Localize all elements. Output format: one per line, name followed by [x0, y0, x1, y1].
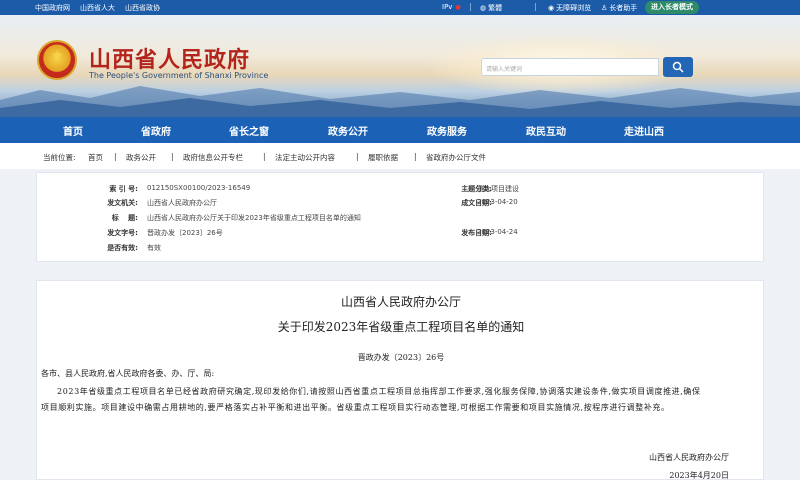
globe-icon: ◍: [480, 4, 487, 12]
meta-valid-label: 是否有效:: [107, 244, 138, 252]
breadcrumb-sep: |: [356, 152, 359, 161]
breadcrumb-item[interactable]: 履职依据: [368, 152, 398, 163]
accessibility-icon: ◉: [548, 4, 555, 12]
traditional-chinese-toggle[interactable]: ◍ 繁體: [480, 3, 502, 13]
breadcrumb-item[interactable]: 首页: [88, 152, 103, 163]
breadcrumb-label: 当前位置:: [43, 153, 76, 162]
nav-home[interactable]: 首页: [63, 123, 83, 138]
meta-created-value: 2023-04-20: [477, 198, 518, 206]
breadcrumb-item[interactable]: 法定主动公开内容: [275, 152, 335, 163]
nav-about-shanxi[interactable]: 走进山西: [624, 123, 664, 138]
meta-issuer-label: 发文机关:: [107, 199, 138, 207]
link-npc-shanxi[interactable]: 山西省人大: [80, 3, 115, 13]
elder-helper-button[interactable]: ♙ 长者助手: [601, 3, 637, 13]
meta-index-value: 012150SX00100/2023-16549: [147, 184, 251, 192]
breadcrumb-item[interactable]: 政务公开: [126, 152, 156, 163]
meta-index-label: 索 引 号:: [109, 185, 138, 193]
meta-title-value: 山西省人民政府办公厅关于印发2023年省级重点工程项目名单的通知: [147, 214, 361, 222]
breadcrumb-item[interactable]: 政府信息公开专栏: [183, 152, 243, 163]
nav-gov-affairs-open[interactable]: 政务公开: [328, 123, 368, 138]
article-signature: 山西省人民政府办公厅: [649, 453, 729, 462]
search-input[interactable]: 请输入关键词: [481, 58, 659, 76]
top-utility-bar: 中国政府网 山西省人大 山西省政协 IPv ● ◍ 繁體 ◉ 无障碍浏览 ♙ 长者…: [0, 0, 800, 15]
site-title[interactable]: 山西省人民政府: [89, 42, 250, 74]
divider: [470, 3, 471, 11]
article-greeting: 各市、县人民政府,省人民政府各委、办、厅、局:: [41, 369, 215, 378]
breadcrumb-sep: |: [263, 152, 266, 161]
main-nav: 首页 省政府 省长之窗 政务公开 政务服务 政民互动 走进山西: [0, 117, 800, 143]
meta-published-value: 2023-04-24: [477, 228, 518, 236]
article-title-org: 山西省人民政府办公厅: [340, 295, 461, 309]
search-button[interactable]: [663, 57, 693, 77]
link-gov-cn[interactable]: 中国政府网: [35, 3, 70, 13]
meta-title-label: 标 题:: [111, 214, 138, 222]
accessibility-button[interactable]: ◉ 无障碍浏览: [548, 3, 591, 13]
meta-docno-label: 发文字号:: [107, 229, 138, 237]
breadcrumb-sep: |: [114, 152, 117, 161]
search-icon: [672, 61, 684, 73]
divider: [535, 3, 536, 11]
nav-gov-services[interactable]: 政务服务: [427, 123, 467, 138]
meta-issuer-value: 山西省人民政府办公厅: [147, 199, 217, 207]
document-article: 山西省人民政府办公厅 关于印发2023年省级重点工程项目名单的通知 晋政办发〔2…: [36, 280, 764, 480]
breadcrumb: 当前位置: 首页 | 政务公开 | 政府信息公开专栏 | 法定主动公开内容 | …: [0, 143, 800, 169]
article-title: 关于印发2023年省级重点工程项目名单的通知: [277, 320, 525, 334]
document-meta-card: 索 引 号: 012150SX00100/2023-16549 主题分类: 重大…: [36, 172, 764, 262]
link-cppcc-shanxi[interactable]: 山西省政协: [125, 3, 160, 13]
article-body: 2023年省级重点工程项目名单已经省政府研究确定,现印发给你们,请按照山西省重点…: [41, 387, 701, 412]
meta-category-value: 重大项目建设: [477, 185, 519, 193]
elder-mode-button[interactable]: 进入长者模式: [645, 1, 699, 14]
header-banner: ★ 山西省人民政府 The People's Government of Sha…: [0, 15, 800, 117]
breadcrumb-sep: |: [171, 152, 174, 161]
breadcrumb-item[interactable]: 省政府办公厅文件: [426, 152, 486, 163]
article-docno: 晋政办发〔2023〕26号: [357, 353, 445, 362]
site-subtitle: The People's Government of Shanxi Provin…: [89, 71, 269, 80]
nav-governor[interactable]: 省长之窗: [229, 123, 269, 138]
breadcrumb-sep: |: [414, 152, 417, 161]
meta-valid-value: 有效: [147, 244, 161, 252]
article-date: 2023年4月20日: [669, 471, 729, 480]
meta-docno-value: 晋政办发〔2023〕26号: [147, 229, 223, 237]
user-icon: ♙: [601, 4, 608, 12]
ipv6-dot-icon: ●: [455, 3, 461, 11]
nav-interaction[interactable]: 政民互动: [526, 123, 566, 138]
national-emblem-logo[interactable]: ★: [37, 40, 77, 80]
nav-province-gov[interactable]: 省政府: [141, 123, 171, 138]
ipv6-badge: IPv ●: [442, 3, 461, 11]
